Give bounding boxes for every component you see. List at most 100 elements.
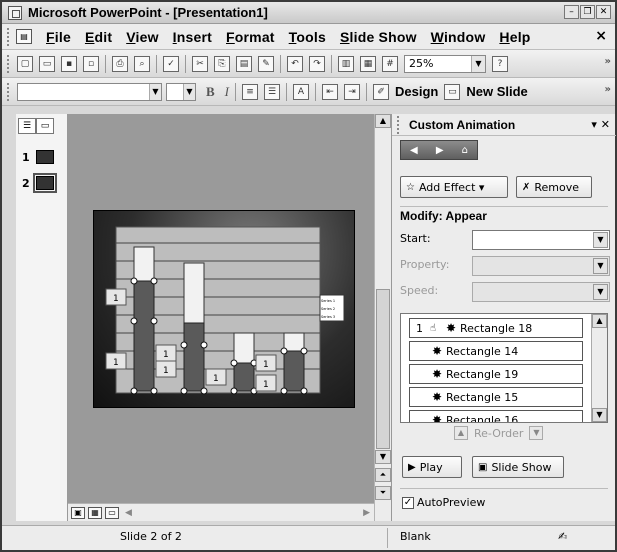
chevron-down-icon[interactable]: ▼ — [471, 55, 485, 72]
close-button[interactable]: ✕ — [596, 5, 611, 19]
spelling-icon[interactable]: ✓ — [163, 55, 179, 72]
powerpoint-app-icon[interactable] — [8, 5, 22, 20]
menu-slide-show[interactable]: Slide Show — [340, 29, 417, 45]
chevron-down-icon[interactable]: ▼ — [183, 83, 195, 100]
animation-list-item[interactable]: 1 ☝ ✸ Rectangle 18 — [409, 318, 583, 338]
play-button[interactable]: ▶ Play — [402, 456, 462, 478]
font-name-combo[interactable]: ▼ — [17, 82, 162, 101]
open-icon[interactable]: ▭ — [39, 55, 55, 72]
handle[interactable] — [150, 277, 158, 285]
document-icon[interactable]: ▤ — [16, 29, 32, 44]
handle[interactable] — [280, 387, 288, 395]
previous-slide-icon[interactable]: ⏶ — [375, 468, 391, 482]
back-icon[interactable]: ◀ — [410, 145, 418, 156]
bullets-icon[interactable]: ☰ — [264, 83, 281, 100]
menu-insert[interactable]: Insert — [173, 29, 212, 45]
help-icon[interactable]: ? — [492, 55, 508, 72]
slide-show-button[interactable]: ▣ Slide Show — [472, 456, 564, 478]
chevron-down-icon[interactable]: ▼ — [593, 232, 608, 248]
next-slide-icon[interactable]: ⏷ — [375, 486, 391, 500]
permission-icon[interactable]: ▫ — [83, 55, 99, 72]
print-icon[interactable]: ⎙ — [112, 55, 128, 72]
chevron-down-icon[interactable]: ▼ — [149, 83, 161, 100]
slide-thumbnail-selected[interactable] — [32, 173, 57, 193]
start-select[interactable]: ▼ — [472, 230, 610, 250]
increase-font-icon[interactable]: A — [293, 83, 310, 100]
handle[interactable] — [130, 277, 138, 285]
copy-icon[interactable]: ⎘ — [214, 55, 230, 72]
design-button[interactable]: Design — [395, 84, 438, 99]
toolbar-grip[interactable] — [7, 82, 11, 101]
new-icon[interactable]: ▢ — [17, 55, 33, 72]
document-close-icon[interactable]: × — [595, 28, 607, 44]
grid-icon[interactable]: # — [382, 55, 398, 72]
minimize-button[interactable]: – — [564, 5, 579, 19]
italic-button[interactable]: I — [225, 84, 229, 100]
font-size-combo[interactable]: ▼ — [166, 82, 196, 101]
speed-select[interactable]: ▼ — [472, 282, 610, 302]
move-up-icon[interactable]: ▲ — [454, 426, 468, 440]
handle[interactable] — [130, 317, 138, 325]
scroll-up-icon[interactable]: ▲ — [592, 314, 607, 328]
handle[interactable] — [180, 341, 188, 349]
decrease-indent-icon[interactable]: ⇤ — [322, 83, 339, 100]
menu-edit[interactable]: Edit — [85, 29, 112, 45]
chevron-down-icon[interactable]: ▼ — [593, 284, 608, 300]
format-painter-icon[interactable]: ✎ — [258, 55, 274, 72]
handle[interactable] — [280, 347, 288, 355]
animation-list-item[interactable]: ✸ Rectangle 16 — [409, 410, 583, 422]
autopreview-row[interactable]: ✓ AutoPreview — [402, 496, 485, 509]
handle[interactable] — [150, 387, 158, 395]
menubar-grip[interactable] — [7, 27, 11, 46]
menu-tools[interactable]: Tools — [289, 29, 326, 45]
new-slide-icon[interactable]: ▭ — [444, 83, 461, 100]
new-slide-button[interactable]: New Slide — [466, 84, 527, 99]
horizontal-scrollbar[interactable]: ▣ ▦ ▭ ◀ ▶ — [68, 503, 374, 521]
scroll-right-icon[interactable]: ▶ — [363, 508, 370, 518]
scroll-left-icon[interactable]: ◀ — [125, 508, 132, 518]
toolbar-grip[interactable] — [7, 54, 11, 73]
remove-button[interactable]: ✗ Remove — [516, 176, 592, 198]
increase-indent-icon[interactable]: ⇥ — [344, 83, 361, 100]
list-scrollbar[interactable]: ▲ ▼ — [591, 314, 607, 422]
chevron-down-icon[interactable]: ▼ — [593, 258, 608, 274]
paste-icon[interactable]: ▤ — [236, 55, 252, 72]
scroll-up-icon[interactable]: ▲ — [375, 114, 391, 128]
handle[interactable] — [300, 387, 308, 395]
insert-table-icon[interactable]: ▦ — [360, 55, 376, 72]
property-select[interactable]: ▼ — [472, 256, 610, 276]
task-pane-close-icon[interactable]: ▾ ✕ — [591, 118, 610, 131]
save-icon[interactable]: ▪ — [61, 55, 77, 72]
add-effect-button[interactable]: ☆ Add Effect ▾ — [400, 176, 508, 198]
scroll-down-icon[interactable]: ▼ — [375, 450, 391, 464]
animation-list[interactable]: 1 ☝ ✸ Rectangle 18 ✸ Rectangle 14 ✸ Rect… — [400, 313, 608, 423]
scrollbar-thumb[interactable] — [376, 289, 390, 449]
autopreview-checkbox[interactable]: ✓ — [402, 496, 414, 509]
toolbar-options-icon[interactable]: » — [605, 84, 611, 95]
move-down-icon[interactable]: ▼ — [529, 426, 544, 440]
handle[interactable] — [230, 387, 238, 395]
forward-icon[interactable]: ▶ — [436, 145, 444, 156]
slides-tab-icon[interactable]: ▭ — [36, 118, 54, 134]
handle[interactable] — [200, 341, 208, 349]
slide-show-view-icon[interactable]: ▭ — [105, 506, 119, 519]
handle[interactable] — [130, 387, 138, 395]
animation-list-item[interactable]: ✸ Rectangle 15 — [409, 387, 583, 407]
menu-file[interactable]: File — [46, 29, 71, 45]
animation-list-item[interactable]: ✸ Rectangle 19 — [409, 364, 583, 384]
redo-icon[interactable]: ↷ — [309, 55, 325, 72]
slide-canvas[interactable]: 1 1 1 1 1 1 1 Series 1 Series 2 Series 3 — [93, 210, 355, 408]
design-icon[interactable]: ✐ — [373, 83, 390, 100]
handle[interactable] — [200, 387, 208, 395]
bold-button[interactable]: B — [206, 84, 215, 100]
outline-tab-icon[interactable]: ☰ — [18, 118, 36, 134]
slide-sorter-view-icon[interactable]: ▦ — [88, 506, 102, 519]
vertical-scrollbar[interactable]: ▲ ▼ ⏶ ⏷ — [374, 114, 391, 521]
handle[interactable] — [150, 317, 158, 325]
insert-chart-icon[interactable]: ▥ — [338, 55, 354, 72]
print-preview-icon[interactable]: ⌕ — [134, 55, 150, 72]
spelling-status-icon[interactable]: ✍ — [558, 530, 567, 543]
animation-list-item[interactable]: ✸ Rectangle 14 — [409, 341, 583, 361]
handle[interactable] — [300, 347, 308, 355]
task-pane-grip[interactable] — [397, 115, 401, 134]
